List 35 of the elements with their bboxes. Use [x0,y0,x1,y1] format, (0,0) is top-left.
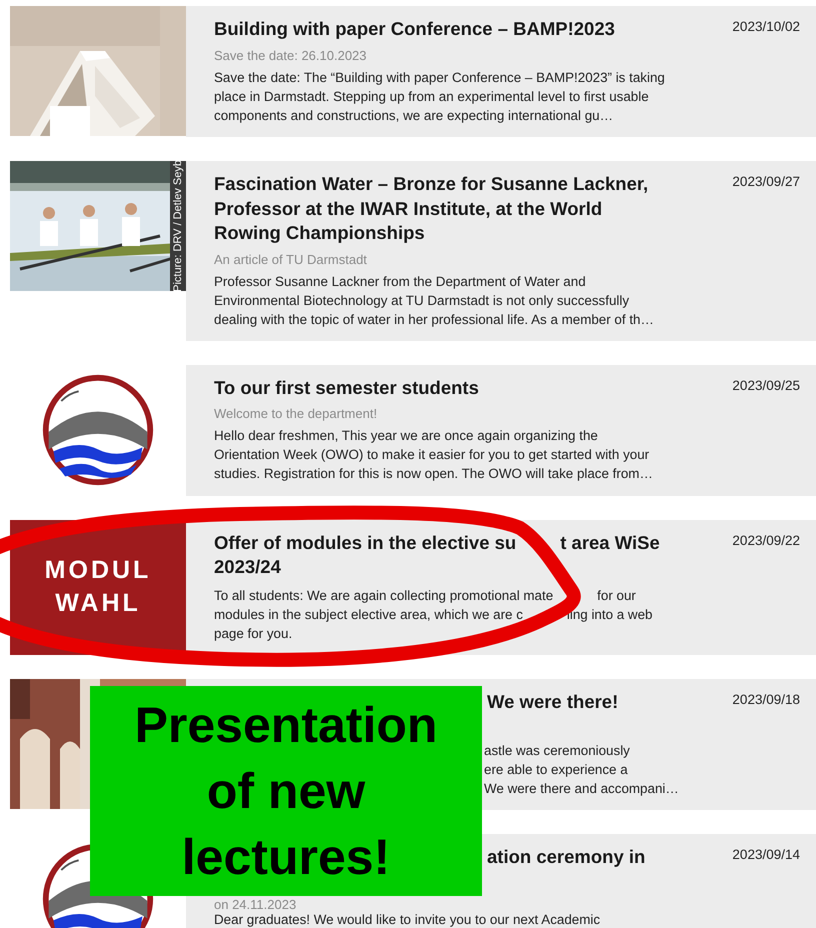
news-summary: for our [597,586,636,604]
news-subtitle: Save the date: 26.10.2023 [214,48,367,62]
news-title[interactable]: 2023/24 [214,555,281,580]
news-title[interactable]: t area WiSe [560,530,660,555]
news-title[interactable]: Offer of modules in the elective su [214,530,516,555]
news-title[interactable]: Building with paper Conference – BAMP!2023 [214,17,666,42]
news-summary: ere able to experience a [484,761,628,779]
annotation-tooltip: Presentation of new lectures! [90,686,482,896]
news-card[interactable] [186,161,816,340]
news-date: 2023/09/14 [731,846,800,864]
news-date: 2023/09/25 [731,376,800,394]
news-subtitle: An article of TU Darmstadt [214,252,367,266]
news-summary: Professor Susanne Lackner from the Department of Water and Environmental Biotechnology at TU Darmstadt is not only successfully dealing with the topic of water in her professional life. As a member of th… [214,272,655,328]
tile-text: MODUL [44,556,152,585]
news-title[interactable]: Fascination Water – Bronze for Susanne Lackner, Professor at the IWAR Institute, at the World Rowing Championships [214,172,666,246]
photo-credit: Picture: DRV / Detlev Seyb [170,161,186,291]
news-summary: Save the date: The “Building with paper Conference – BAMP!2023” is taking place in Darmstadt. Stepping up from an experimental level to first usable components and constructions, we are expecting international gu… [214,68,666,124]
news-summary: We were there and accompani… [484,780,679,798]
news-summary: Hello dear freshmen, This year we are once again organizing the Orientation Week (OWO) to make it easier for you to get started with your studies. Registration for this is now open. The OWO will take place from… [214,427,654,483]
news-subtitle: Welcome to the department! [214,406,378,421]
news-title[interactable]: We were there! [487,690,618,714]
news-card[interactable] [186,520,816,654]
news-summary: To all students: We are again collecting promotional mate [214,586,554,604]
news-summary: astle was ceremoniously [484,742,630,760]
news-summary: modules in the subject elective area, which we are c [214,606,523,624]
news-date: 2023/09/27 [731,173,800,191]
news-summary: Dear graduates! We would like to invite you to our next Academic [214,912,600,926]
news-title[interactable]: ation ceremony in [487,845,646,870]
news-date: 2023/10/02 [731,18,800,36]
news-date: 2023/09/22 [731,532,800,550]
news-title[interactable]: To our first semester students [214,376,666,400]
news-card[interactable] [186,6,816,137]
news-subtitle: on 24.11.2023 [214,896,296,912]
tile-text: WAHL [55,589,141,618]
news-summary: page for you. [214,624,292,642]
